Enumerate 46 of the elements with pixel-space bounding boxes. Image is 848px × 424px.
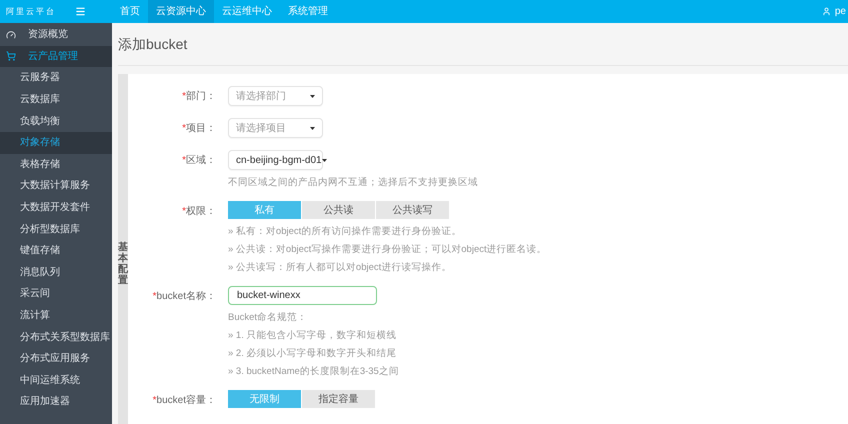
toggle-option[interactable]: 指定容量: [302, 390, 375, 408]
caret-icon: [322, 158, 327, 162]
page-title: 添加bucket: [118, 34, 188, 54]
sidebar-item[interactable]: 表格存储: [0, 154, 112, 176]
sidebar-item[interactable]: 应用加速器: [0, 391, 112, 413]
sidebar-item[interactable]: 消息队列: [0, 262, 112, 284]
sidebar-item[interactable]: 分布式应用服务: [0, 348, 112, 370]
toggle-option[interactable]: 公共读: [302, 201, 375, 219]
field-label: *bucket名称：: [152, 290, 216, 304]
sidebar-item[interactable]: 负载均衡: [0, 110, 112, 132]
logo-text: 阿里云平台: [6, 6, 56, 18]
hint-text: 不同区域之间的产品内网不互通；选择后不支持更换区域: [228, 176, 478, 189]
sidebar-item[interactable]: 资源概览: [0, 24, 112, 46]
sidebar-item[interactable]: 对象存储: [0, 132, 112, 154]
section-label: 基本配置: [118, 242, 128, 288]
gauge-icon: [6, 30, 16, 40]
hint-text: » 私有：对object的所有访问操作需要进行身份验证。: [228, 225, 462, 238]
hint-text: » 2. 必须以小写字母和数字开头和结尾: [228, 347, 398, 360]
field-label: *bucket容量：: [152, 394, 216, 408]
cart-icon: [6, 51, 16, 62]
sidebar-item[interactable]: 大数据计算服务: [0, 175, 112, 197]
user-icon[interactable]: [822, 7, 831, 16]
sidebar-item[interactable]: 采云间: [0, 283, 112, 305]
field-label: *项目：: [182, 122, 216, 136]
caret-icon: [310, 94, 315, 98]
sidebar-item[interactable]: 大数据开发套件: [0, 196, 112, 218]
sidebar-item[interactable]: 云服务器: [0, 67, 112, 89]
hint-text: Bucket命名规范：: [228, 311, 308, 324]
hint-text: » 公共读写：所有人都可以对object进行读写操作。: [228, 261, 452, 274]
hint-text: » 1. 只能包含小写字母，数字和短横线: [228, 329, 398, 342]
field-label: *区域：: [182, 154, 216, 168]
sidebar-item[interactable]: 分析型数据库: [0, 218, 112, 240]
toggle-option[interactable]: 公共读写: [376, 201, 449, 219]
sidebar-item[interactable]: 云产品管理: [0, 46, 112, 68]
menu-icon[interactable]: [75, 6, 86, 17]
sidebar-item[interactable]: 流计算: [0, 304, 112, 326]
sidebar-item[interactable]: 分布式关系型数据库: [0, 326, 112, 348]
hint-text: » 公共读：对object写操作需要进行身份验证；可以对object进行匿名读。: [228, 243, 547, 256]
sidebar-item[interactable]: 键值存储: [0, 240, 112, 262]
caret-icon: [310, 126, 315, 130]
input-field[interactable]: bucket-winexx: [228, 286, 377, 305]
field-label: *部门：: [182, 90, 216, 104]
sidebar-item[interactable]: 中间运维系统: [0, 370, 112, 392]
hint-text: » 3. bucketName的长度限制在3-35之间: [228, 365, 399, 378]
sidebar-item[interactable]: 云数据库: [0, 88, 112, 110]
field-label: *权限：: [182, 204, 216, 219]
